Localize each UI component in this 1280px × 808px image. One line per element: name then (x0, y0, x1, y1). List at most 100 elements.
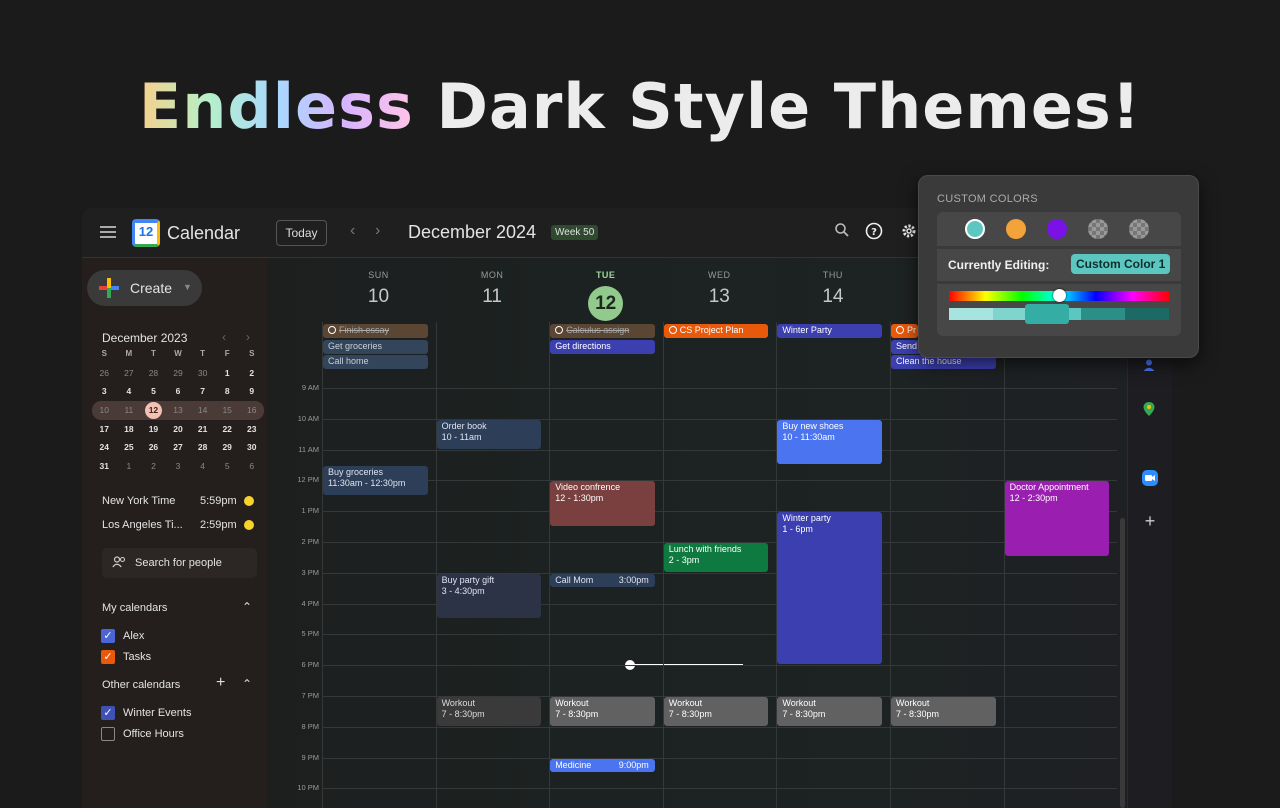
mini-day[interactable]: 6 (239, 457, 264, 476)
event-block[interactable]: Workout 7 - 8:30pm (663, 697, 769, 726)
color-swatch[interactable] (965, 219, 985, 239)
all-day-event[interactable]: Call home (323, 355, 428, 369)
mini-day[interactable]: 19 (141, 420, 166, 439)
task-check-icon[interactable] (668, 326, 677, 334)
mini-day[interactable]: 8 (215, 382, 240, 401)
mini-day[interactable]: 2 (239, 364, 264, 383)
mini-day[interactable]: 1 (215, 364, 240, 383)
event-block[interactable]: Lunch with friends 2 - 3pm (663, 543, 769, 572)
empty-color-swatch[interactable] (1088, 219, 1108, 239)
gear-icon[interactable] (900, 222, 918, 240)
contacts-icon[interactable] (1142, 358, 1158, 374)
mini-day[interactable]: 3 (166, 457, 191, 476)
checkbox-checked[interactable]: ✓ (101, 650, 115, 664)
create-button[interactable]: Create ▼ (87, 270, 202, 306)
day-number[interactable]: 14 (776, 286, 889, 308)
editing-color-chip[interactable]: Custom Color 1 (1071, 254, 1171, 274)
task-chip[interactable]: Calculus assign (550, 324, 655, 338)
mini-day[interactable]: 31 (92, 457, 117, 476)
event-block[interactable]: Order book 10 - 11am (436, 419, 542, 449)
add-calendar-icon[interactable]: + (216, 674, 225, 692)
mini-day[interactable]: 28 (141, 364, 166, 383)
task-check-icon[interactable] (328, 326, 336, 334)
shade-segment[interactable] (949, 308, 993, 320)
chevron-up-icon[interactable]: ⌃ (242, 600, 252, 614)
add-icon[interactable]: + (1142, 512, 1158, 530)
previous-week-icon[interactable]: ‹ (350, 222, 355, 240)
next-week-icon[interactable]: › (375, 222, 380, 240)
task-check-icon[interactable] (896, 326, 904, 334)
search-people-input[interactable]: Search for people (102, 548, 257, 578)
day-header-thu[interactable]: THU 14 (776, 270, 889, 308)
event-block[interactable]: Doctor Appointment 12 - 2:30pm (1004, 481, 1110, 557)
mini-day[interactable]: 29 (215, 438, 240, 457)
maps-icon[interactable] (1142, 401, 1158, 417)
day-number[interactable]: 12 (549, 286, 662, 321)
task-chip[interactable]: Finish essay (323, 324, 428, 338)
mini-day[interactable]: 10 (92, 401, 117, 420)
day-header-wed[interactable]: WED 13 (663, 270, 776, 308)
mini-day[interactable]: 26 (92, 364, 117, 383)
hue-slider-handle[interactable] (1053, 289, 1066, 302)
mini-day-today[interactable]: 12 (141, 401, 166, 420)
color-swatch[interactable] (1047, 219, 1067, 239)
mini-day[interactable]: 22 (215, 420, 240, 439)
mini-day[interactable]: 30 (239, 438, 264, 457)
mini-day[interactable]: 6 (166, 382, 191, 401)
empty-color-swatch[interactable] (1129, 219, 1149, 239)
task-chip[interactable]: Pr (891, 324, 918, 338)
mini-day[interactable]: 28 (190, 438, 215, 457)
scrollbar[interactable] (1120, 518, 1125, 808)
mini-day[interactable]: 21 (190, 420, 215, 439)
event-block[interactable]: Call Mom 3:00pm (550, 573, 655, 588)
checkbox-unchecked[interactable] (101, 727, 115, 741)
all-day-event[interactable]: Get groceries (323, 339, 428, 354)
mini-day[interactable]: 16 (239, 401, 264, 420)
mini-day[interactable]: 9 (239, 382, 264, 401)
mini-day[interactable]: 20 (166, 420, 191, 439)
mini-day[interactable]: 5 (141, 382, 166, 401)
day-number[interactable]: 11 (436, 286, 549, 308)
help-icon[interactable]: ? (865, 222, 883, 240)
shade-segment[interactable] (1125, 308, 1169, 320)
event-block[interactable]: Buy new shoes 10 - 11:30am (777, 419, 882, 464)
event-block[interactable]: Buy party gift 3 - 4:30pm (436, 573, 542, 618)
mini-day[interactable]: 2 (141, 457, 166, 476)
all-day-event[interactable]: Get directions (550, 339, 655, 354)
event-block[interactable]: Workout 7 - 8:30pm (777, 697, 882, 726)
mini-day[interactable]: 1 (117, 457, 142, 476)
mini-day[interactable]: 18 (117, 420, 142, 439)
task-check-icon[interactable] (555, 326, 564, 334)
mini-day[interactable]: 4 (190, 457, 215, 476)
mini-next-month-icon[interactable]: › (246, 330, 250, 344)
mini-day[interactable]: 11 (117, 401, 142, 420)
chevron-up-icon[interactable]: ⌃ (242, 677, 252, 691)
task-chip[interactable]: CS Project Plan (663, 324, 769, 338)
main-menu-icon[interactable] (100, 226, 116, 238)
mini-day[interactable]: 14 (190, 401, 215, 420)
mini-prev-month-icon[interactable]: ‹ (222, 330, 226, 344)
day-header-mon[interactable]: MON 11 (436, 270, 549, 308)
event-block[interactable]: Workout 7 - 8:30pm (550, 697, 655, 726)
search-icon[interactable] (833, 222, 851, 240)
mini-day[interactable]: 7 (190, 382, 215, 401)
day-header-tue[interactable]: TUE 12 (549, 270, 662, 321)
mini-day[interactable]: 17 (92, 420, 117, 439)
event-block[interactable]: Video confrence 12 - 1:30pm (550, 481, 655, 526)
day-header-sun[interactable]: SUN 10 (322, 270, 435, 308)
mini-day[interactable]: 13 (166, 401, 191, 420)
event-block[interactable]: Workout 7 - 8:30pm (891, 697, 996, 726)
color-swatch[interactable] (1006, 219, 1026, 239)
event-block[interactable]: Medicine 9:00pm (550, 758, 655, 772)
mini-day[interactable]: 3 (92, 382, 117, 401)
checkbox-checked[interactable]: ✓ (101, 706, 115, 720)
day-number[interactable]: 10 (322, 286, 435, 308)
event-block[interactable]: Winter party 1 - 6pm (777, 512, 882, 665)
all-day-event[interactable]: Winter Party (777, 324, 882, 338)
checkbox-checked[interactable]: ✓ (101, 629, 115, 643)
zoom-icon[interactable] (1142, 470, 1158, 486)
mini-day[interactable]: 29 (166, 364, 191, 383)
mini-day[interactable]: 5 (215, 457, 240, 476)
mini-day[interactable]: 15 (215, 401, 240, 420)
day-number[interactable]: 13 (663, 286, 776, 308)
